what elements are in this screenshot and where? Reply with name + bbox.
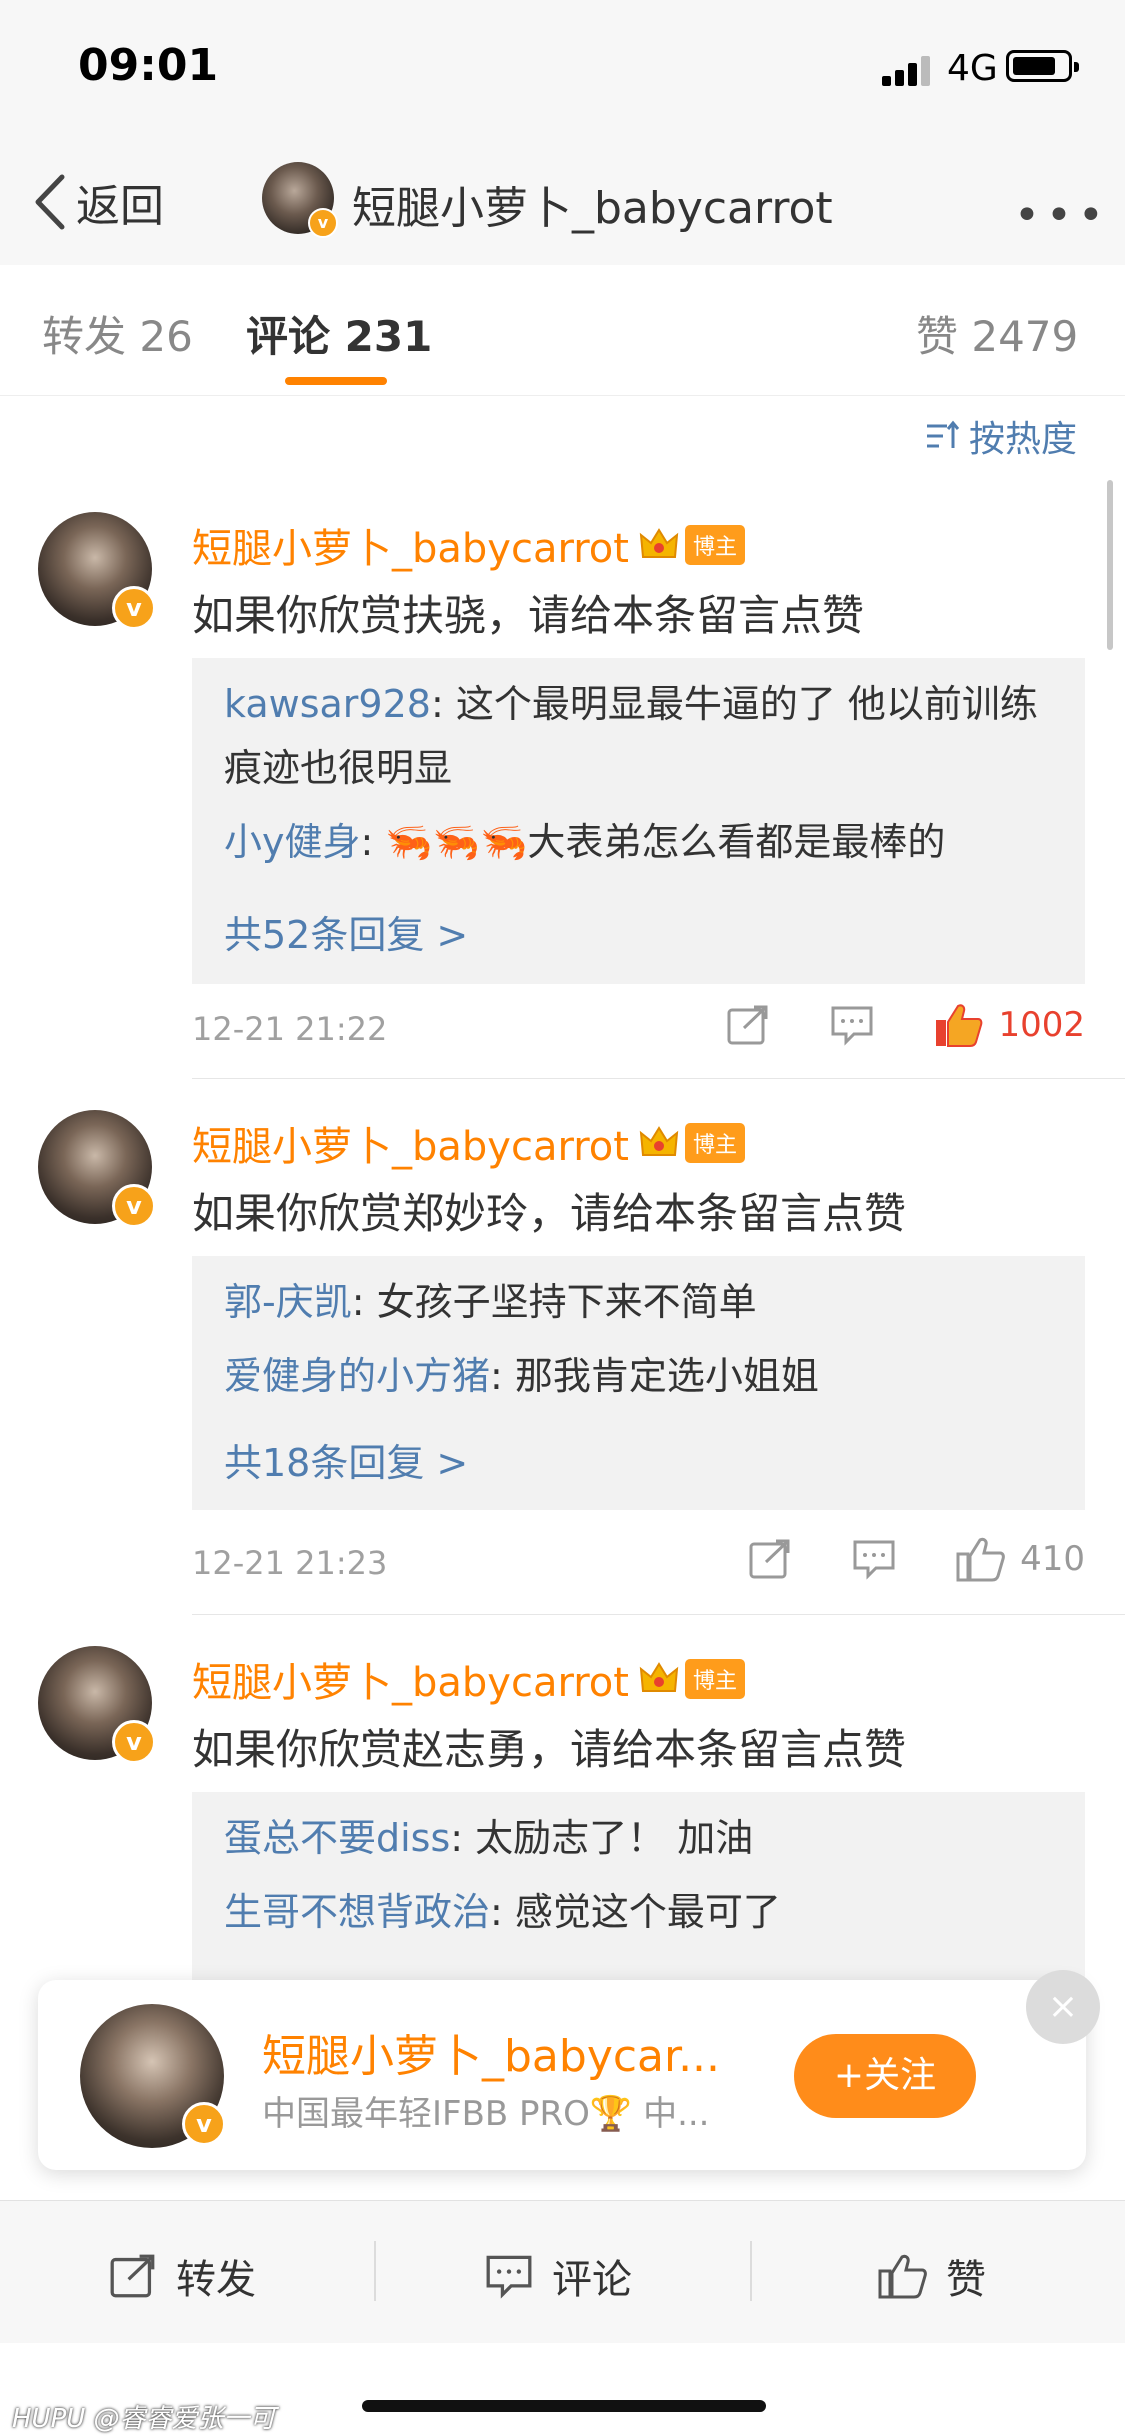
- author-name: 短腿小萝卜_babycarrot: [192, 1124, 629, 1170]
- verified-badge-icon: v: [112, 1184, 156, 1228]
- scrollbar[interactable]: [1107, 480, 1113, 650]
- reply-text: : 太励志了！ 加油: [450, 1816, 754, 1860]
- sort-button[interactable]: 按热度: [925, 410, 1077, 462]
- verified-badge-icon: v: [182, 2102, 226, 2146]
- thumbs-up-icon: [878, 2254, 927, 2299]
- tab-repost[interactable]: 转发 26: [42, 303, 193, 364]
- verified-badge-icon: v: [112, 1720, 156, 1764]
- follow-card[interactable]: v 短腿小萝卜_babycar... 中国最年轻IFBB PRO🏆 中... +…: [38, 1970, 1100, 2170]
- sort-icon: [927, 420, 960, 448]
- tab-likes[interactable]: 赞 2479: [916, 303, 1078, 364]
- reply-author[interactable]: 小y健身: [224, 820, 361, 864]
- page-title: 短腿小萝卜_babycarrot: [352, 183, 833, 234]
- active-tab-indicator: [285, 377, 387, 385]
- battery-icon: [1006, 50, 1079, 82]
- reply-item: 蛋总不要diss: 太励志了！ 加油: [224, 1806, 1064, 1870]
- status-bar: 09:01 4G: [0, 0, 1125, 140]
- like-count: 1002: [998, 1005, 1085, 1045]
- host-tag: 博主: [684, 525, 745, 565]
- watermark: HUPU @睿睿爱张一可: [12, 2404, 276, 2434]
- verified-badge-icon: v: [308, 208, 338, 238]
- chevron-left-icon: [35, 174, 65, 230]
- sort-label: 按热度: [969, 419, 1078, 460]
- share-icon: [110, 2254, 155, 2298]
- divider: [374, 2241, 376, 2301]
- reply-text: : 女孩子坚持下来不简单: [351, 1280, 757, 1324]
- reply-item: 郭-庆凯: 女孩子坚持下来不简单: [224, 1270, 1064, 1334]
- reply-author[interactable]: 郭-庆凯: [224, 1280, 352, 1324]
- comment-actions: 410: [688, 1536, 1085, 1582]
- thumbs-up-icon[interactable]: [934, 1002, 984, 1048]
- back-button[interactable]: 返回: [32, 170, 164, 234]
- reply-author[interactable]: kawsar928: [224, 682, 431, 726]
- comment-icon[interactable]: [852, 1538, 896, 1580]
- reply-item: kawsar928: 这个最明显最牛逼的了 他以前训练痕迹也很明显: [224, 672, 1064, 800]
- like-count: 410: [1020, 1539, 1085, 1579]
- reply-box[interactable]: kawsar928: 这个最明显最牛逼的了 他以前训练痕迹也很明显 小y健身: …: [192, 658, 1085, 984]
- avatar[interactable]: v: [262, 162, 338, 238]
- comment-time: 12-21 21:23: [192, 1544, 388, 1582]
- divider: [750, 2241, 752, 2301]
- bottom-action-bar: 转发 评论 赞: [0, 2200, 1125, 2343]
- host-tag: 博主: [684, 1659, 745, 1699]
- comment-button[interactable]: 评论: [484, 2247, 632, 2305]
- back-label: 返回: [76, 181, 164, 232]
- comment-icon: [486, 2255, 532, 2299]
- reply-item: 生哥不想背政治: 感觉这个最可了: [224, 1880, 1064, 1944]
- author-name: 短腿小萝卜_babycarrot: [192, 526, 629, 572]
- like-label: 赞: [946, 2257, 986, 2303]
- reply-text: : 感觉这个最可了: [490, 1890, 781, 1934]
- thumbs-up-icon[interactable]: [956, 1536, 1006, 1582]
- divider: [192, 1078, 1125, 1079]
- reply-box[interactable]: 郭-庆凯: 女孩子坚持下来不简单 爱健身的小方猪: 那我肯定选小姐姐 共18条回…: [192, 1256, 1085, 1510]
- comment-label: 评论: [552, 2257, 632, 2303]
- home-indicator[interactable]: [362, 2400, 766, 2412]
- crown-icon: [639, 528, 679, 558]
- signal-icon: [882, 56, 930, 86]
- author-name: 短腿小萝卜_babycarrot: [192, 1660, 629, 1706]
- reply-text: : 🦐🦐🦐大表弟怎么看都是最棒的: [360, 820, 946, 864]
- comment-text: 如果你欣赏扶骁，请给本条留言点赞: [192, 591, 865, 640]
- reply-item: 爱健身的小方猪: 那我肯定选小姐姐: [224, 1344, 1064, 1408]
- reply-total-link[interactable]: 共52条回复 >: [224, 904, 468, 959]
- reply-total-link[interactable]: 共18条回复 >: [224, 1432, 468, 1487]
- comment-author[interactable]: 短腿小萝卜_babycarrot 博主: [192, 1114, 745, 1172]
- repost-button[interactable]: 转发: [108, 2247, 256, 2305]
- host-tag: 博主: [684, 1123, 745, 1163]
- reply-author[interactable]: 蛋总不要diss: [224, 1816, 450, 1860]
- card-description: 中国最年轻IFBB PRO🏆 中...: [262, 2094, 710, 2134]
- crown-icon: [639, 1126, 679, 1156]
- repost-label: 转发: [176, 2257, 256, 2303]
- avatar[interactable]: v: [80, 2004, 226, 2148]
- reply-author[interactable]: 生哥不想背政治: [224, 1890, 490, 1934]
- tab-bar: 转发 26 评论 231 赞 2479: [0, 265, 1125, 396]
- tab-comments[interactable]: 评论 231: [246, 303, 432, 364]
- divider: [192, 1614, 1125, 1615]
- comment-text: 如果你欣赏赵志勇，请给本条留言点赞: [192, 1725, 907, 1774]
- card-username[interactable]: 短腿小萝卜_babycar...: [262, 2020, 720, 2084]
- status-time: 09:01: [78, 40, 219, 91]
- close-icon[interactable]: ×: [1026, 1970, 1100, 2044]
- comment-actions: 1002: [666, 1002, 1085, 1048]
- nav-bar: 返回 v 短腿小萝卜_babycarrot •••: [0, 140, 1125, 266]
- reply-text: : 那我肯定选小姐姐: [490, 1354, 819, 1398]
- comment-author[interactable]: 短腿小萝卜_babycarrot 博主: [192, 516, 745, 574]
- comment-time: 12-21 21:22: [192, 1010, 388, 1048]
- share-icon[interactable]: [726, 1004, 770, 1046]
- comment-icon[interactable]: [830, 1004, 874, 1046]
- reply-author[interactable]: 爱健身的小方猪: [224, 1354, 490, 1398]
- verified-badge-icon: v: [112, 586, 156, 630]
- avatar[interactable]: v: [38, 1110, 156, 1228]
- follow-button[interactable]: +关注: [794, 2034, 976, 2118]
- like-button[interactable]: 赞: [878, 2247, 986, 2305]
- comment-text: 如果你欣赏郑妙玲，请给本条留言点赞: [192, 1189, 907, 1238]
- more-icon[interactable]: •••: [1014, 190, 1110, 241]
- crown-icon: [639, 1662, 679, 1692]
- share-icon[interactable]: [748, 1538, 792, 1580]
- avatar[interactable]: v: [38, 1646, 156, 1764]
- avatar[interactable]: v: [38, 512, 156, 630]
- reply-item: 小y健身: 🦐🦐🦐大表弟怎么看都是最棒的: [224, 810, 1064, 874]
- network-type: 4G: [947, 48, 998, 89]
- comment-author[interactable]: 短腿小萝卜_babycarrot 博主: [192, 1650, 745, 1708]
